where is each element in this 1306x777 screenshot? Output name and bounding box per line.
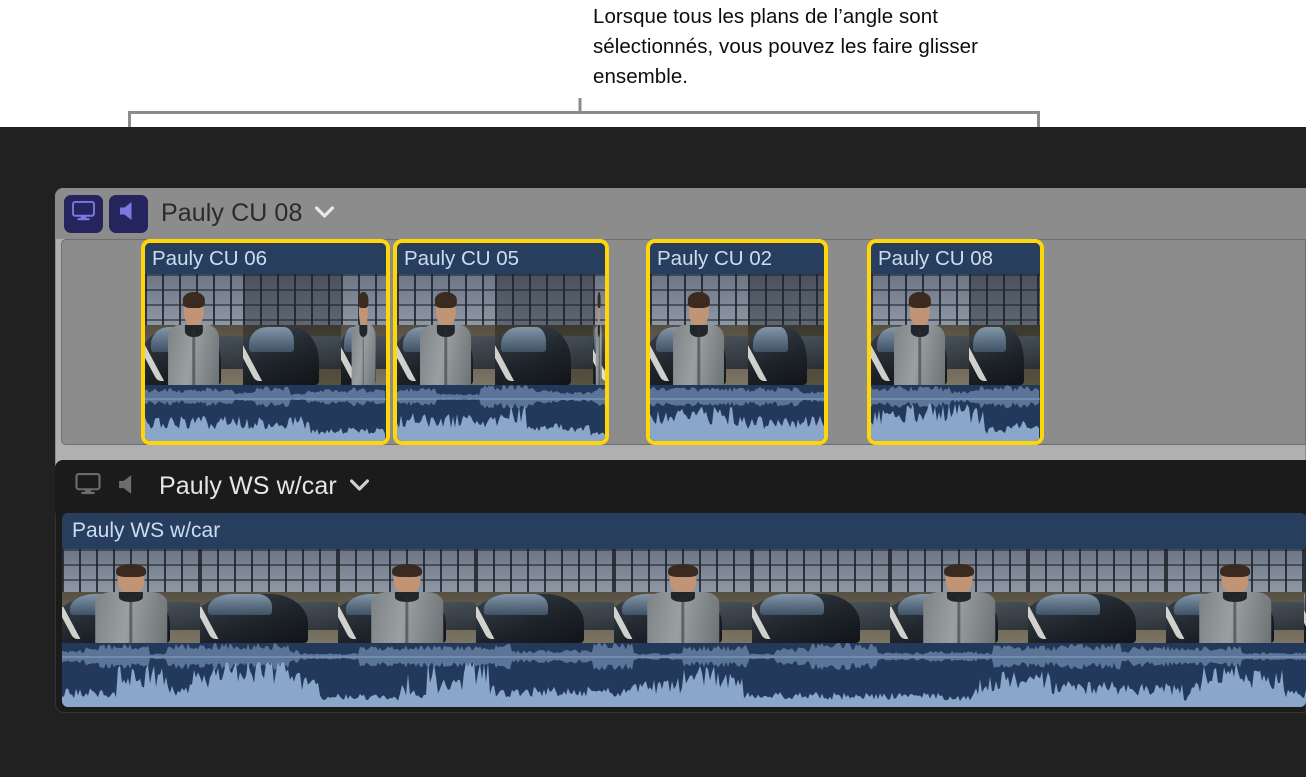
angle-header: Pauly WS w/car [55,460,1306,513]
angle-menu-button[interactable] [315,205,335,223]
clip-filmstrip [397,274,605,385]
callout-caption: Lorsque tous les plans de l’angle sont s… [593,5,979,88]
video-frame-art [338,549,476,643]
monitor-icon [72,201,95,226]
filmstrip-frame [62,549,200,643]
filmstrip-frame [341,274,386,385]
video-frame-art [1028,549,1166,643]
clip-title: Pauly CU 06 [145,243,386,274]
filmstrip-frame [145,274,243,385]
angle-name-label: Pauly WS w/car [159,472,337,500]
angle-editor-timeline: Pauly CU 08 Pauly CU 06 Pauly CU 05 Pauly … [0,127,1306,777]
video-frame-art [614,549,752,643]
waveform-graphic [145,386,385,441]
video-frame-art [495,274,593,385]
filmstrip-frame [748,274,824,385]
monitor-icon [75,473,101,500]
video-frame-art [397,274,495,385]
clip-title: Pauly CU 02 [650,243,824,274]
clip-filmstrip [62,549,1306,643]
angle-row-pauly-ws-wcar[interactable]: Pauly WS w/car Pauly WS w/car [55,460,1306,713]
clip-audio-waveform [650,385,824,441]
waveform-graphic [871,385,1039,441]
clip-title: Pauly CU 08 [871,243,1040,274]
filmstrip-frame [650,274,748,385]
filmstrip-frame [397,274,495,385]
filmstrip-frame [495,274,593,385]
clip-title: Pauly WS w/car [62,513,1306,549]
clip-audio-waveform [397,385,605,441]
video-frame-art [1166,549,1304,643]
filmstrip-frame [969,274,1040,385]
video-frame-art [748,274,824,385]
clip-filmstrip [145,274,386,385]
filmstrip-frame [338,549,476,643]
clip-filmstrip [650,274,824,385]
filmstrip-frame [200,549,338,643]
filmstrip-frame [752,549,890,643]
angle-clip-track[interactable]: Pauly WS w/car [62,513,1306,707]
angle-clip-track[interactable]: Pauly CU 06 Pauly CU 05 Pauly CU 02 Pauly C… [61,239,1306,445]
filmstrip-frame [1166,549,1304,643]
video-frame-art [969,274,1040,385]
waveform-graphic [397,385,605,441]
angle-menu-button[interactable] [349,478,369,496]
speaker-icon [118,201,139,226]
clip[interactable]: Pauly CU 05 [393,239,609,445]
clip[interactable]: Pauly CU 08 [867,239,1044,445]
video-frame-art [890,549,1028,643]
chevron-down-icon [349,478,369,496]
clip-filmstrip [871,274,1040,385]
angle-header: Pauly CU 08 [55,188,1306,239]
clip[interactable]: Pauly CU 02 [646,239,828,445]
filmstrip-frame [871,274,969,385]
video-frame-art [62,549,200,643]
clip-title: Pauly CU 05 [397,243,605,274]
video-frame-art [145,274,243,385]
callout-bracket [128,98,1040,128]
clip[interactable]: Pauly CU 06 [141,239,390,445]
video-frame-art [341,274,386,385]
waveform-graphic [650,386,824,441]
angle-audio-toggle[interactable] [109,194,148,233]
waveform-graphic [62,643,1306,707]
video-frame-art [752,549,890,643]
video-frame-art [871,274,969,385]
clip-audio-waveform [145,385,386,441]
filmstrip-frame [1028,549,1166,643]
angle-video-toggle[interactable] [71,468,105,506]
filmstrip-frame [593,274,605,385]
angle-video-toggle[interactable] [64,194,103,233]
angle-audio-toggle[interactable] [111,468,145,506]
angle-name-label: Pauly CU 08 [161,199,303,227]
video-frame-art [650,274,748,385]
clip-audio-waveform [871,385,1040,441]
chevron-down-icon [315,205,335,223]
clip-audio-waveform [62,643,1306,707]
filmstrip-frame [890,549,1028,643]
video-frame-art [243,274,341,385]
filmstrip-frame [614,549,752,643]
speaker-icon [117,474,139,500]
video-frame-art [200,549,338,643]
clip[interactable]: Pauly WS w/car [62,513,1306,707]
filmstrip-frame [476,549,614,643]
video-frame-art [476,549,614,643]
video-frame-art [593,274,605,385]
screenshot-root: Lorsque tous les plans de l’angle sont s… [0,0,1306,777]
filmstrip-frame [243,274,341,385]
